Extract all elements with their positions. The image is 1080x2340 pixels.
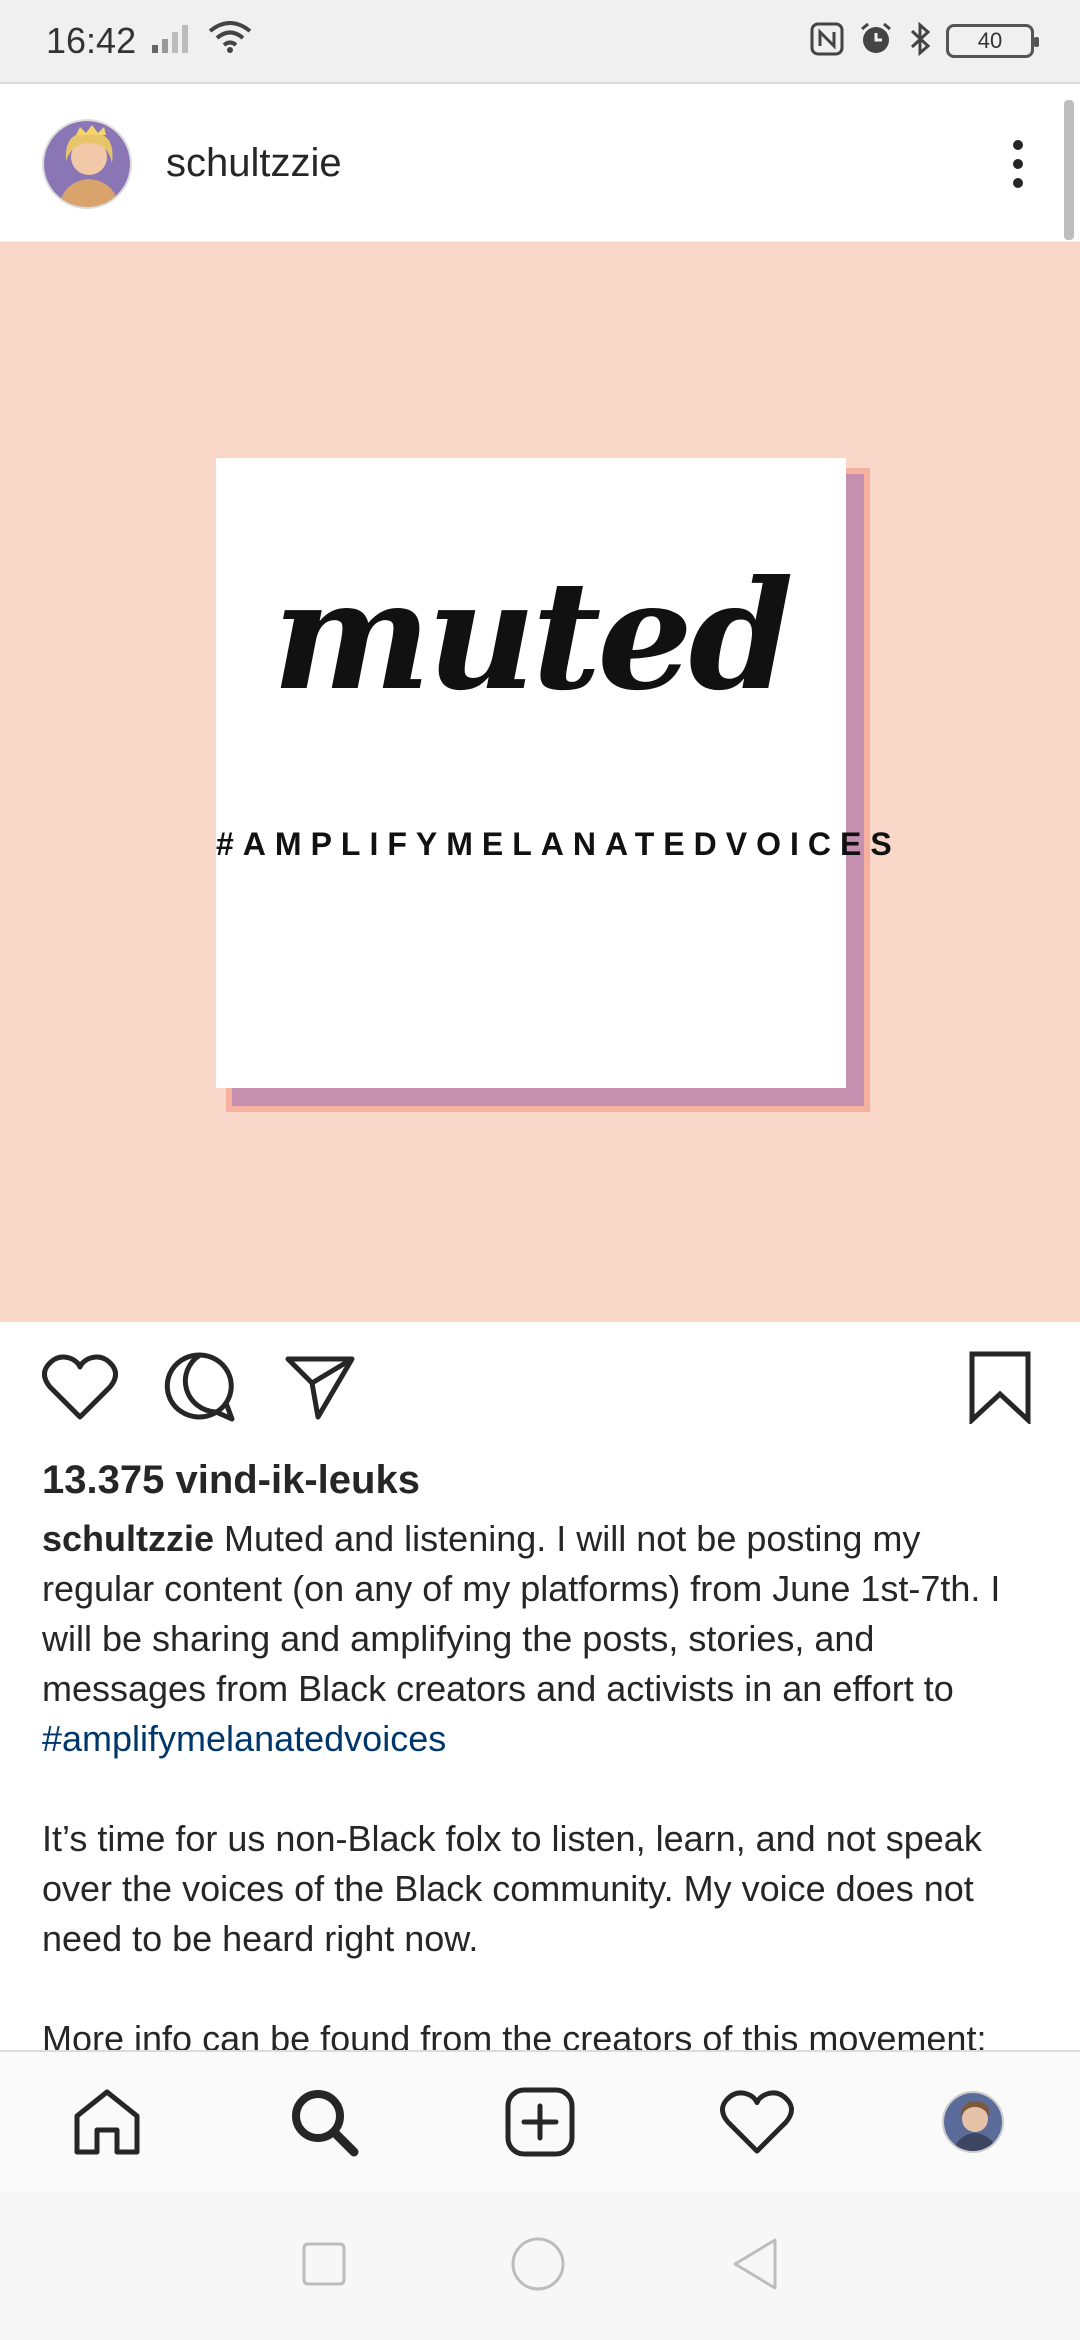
share-button[interactable] (280, 1347, 360, 1427)
avatar[interactable] (42, 118, 132, 209)
nav-new-post[interactable] (499, 2081, 581, 2163)
heart-icon (42, 1354, 118, 1420)
like-button[interactable] (40, 1347, 120, 1427)
nav-search[interactable] (283, 2081, 365, 2163)
caption-hashtag-link[interactable]: #amplifymelanatedvoices (42, 1718, 446, 1759)
post-username[interactable]: schultzzie (166, 141, 342, 186)
caption-username[interactable]: schultzzie (42, 1518, 214, 1559)
card-hashtag: #AMPLIFYMELANATEDVOICES (216, 826, 901, 862)
card-title: muted (272, 548, 793, 724)
battery-icon: 40 (946, 24, 1039, 58)
post-actions (0, 1322, 1080, 1452)
square-icon (302, 2242, 346, 2285)
save-button[interactable] (960, 1347, 1040, 1427)
post-caption: schultzzie Muted and listening. I will n… (42, 1514, 1042, 2064)
activity-heart-icon (719, 2090, 794, 2154)
nav-activity[interactable] (716, 2081, 798, 2163)
status-time: 16:42 (46, 20, 137, 61)
battery-level: 40 (977, 28, 1003, 53)
post-image[interactable]: muted #AMPLIFYMELANATEDVOICES (0, 242, 1080, 1322)
back-button[interactable] (729, 2236, 779, 2297)
post-header: schultzzie (0, 86, 1080, 242)
search-icon (291, 2090, 358, 2157)
post-card: muted #AMPLIFYMELANATEDVOICES (216, 458, 901, 1088)
circle-icon (511, 2237, 565, 2290)
comment-icon (164, 1352, 235, 1422)
back-triangle-icon (733, 2238, 777, 2289)
comment-button[interactable] (160, 1347, 240, 1427)
status-bar: 16:42 40 (0, 0, 1080, 84)
more-options-button[interactable] (998, 134, 1038, 194)
scrollbar[interactable] (1064, 100, 1074, 240)
like-count[interactable]: 13.375 vind-ik-leuks (42, 1458, 420, 1503)
new-post-icon (505, 2087, 575, 2157)
caption-paragraph-2: It’s time for us non-Black folx to liste… (42, 1818, 982, 1959)
wifi-icon (208, 20, 252, 62)
system-navigation-bar (0, 2192, 1080, 2340)
recent-apps-button[interactable] (301, 2241, 347, 2292)
nav-home[interactable] (66, 2081, 148, 2163)
bottom-nav (0, 2050, 1080, 2192)
profile-avatar (942, 2091, 1004, 2153)
nav-profile[interactable] (932, 2081, 1014, 2163)
send-icon (285, 1356, 355, 1420)
home-icon (74, 2089, 140, 2155)
home-system-button[interactable] (510, 2236, 566, 2297)
bookmark-icon (969, 1351, 1031, 1424)
caption-paragraph-1: schultzzie Muted and listening. I will n… (42, 1514, 1042, 1764)
more-options-icon (1013, 139, 1023, 188)
nfc-icon (810, 22, 844, 61)
alarm-icon (858, 21, 894, 62)
bluetooth-icon (908, 21, 932, 62)
signal-icon (152, 20, 192, 62)
